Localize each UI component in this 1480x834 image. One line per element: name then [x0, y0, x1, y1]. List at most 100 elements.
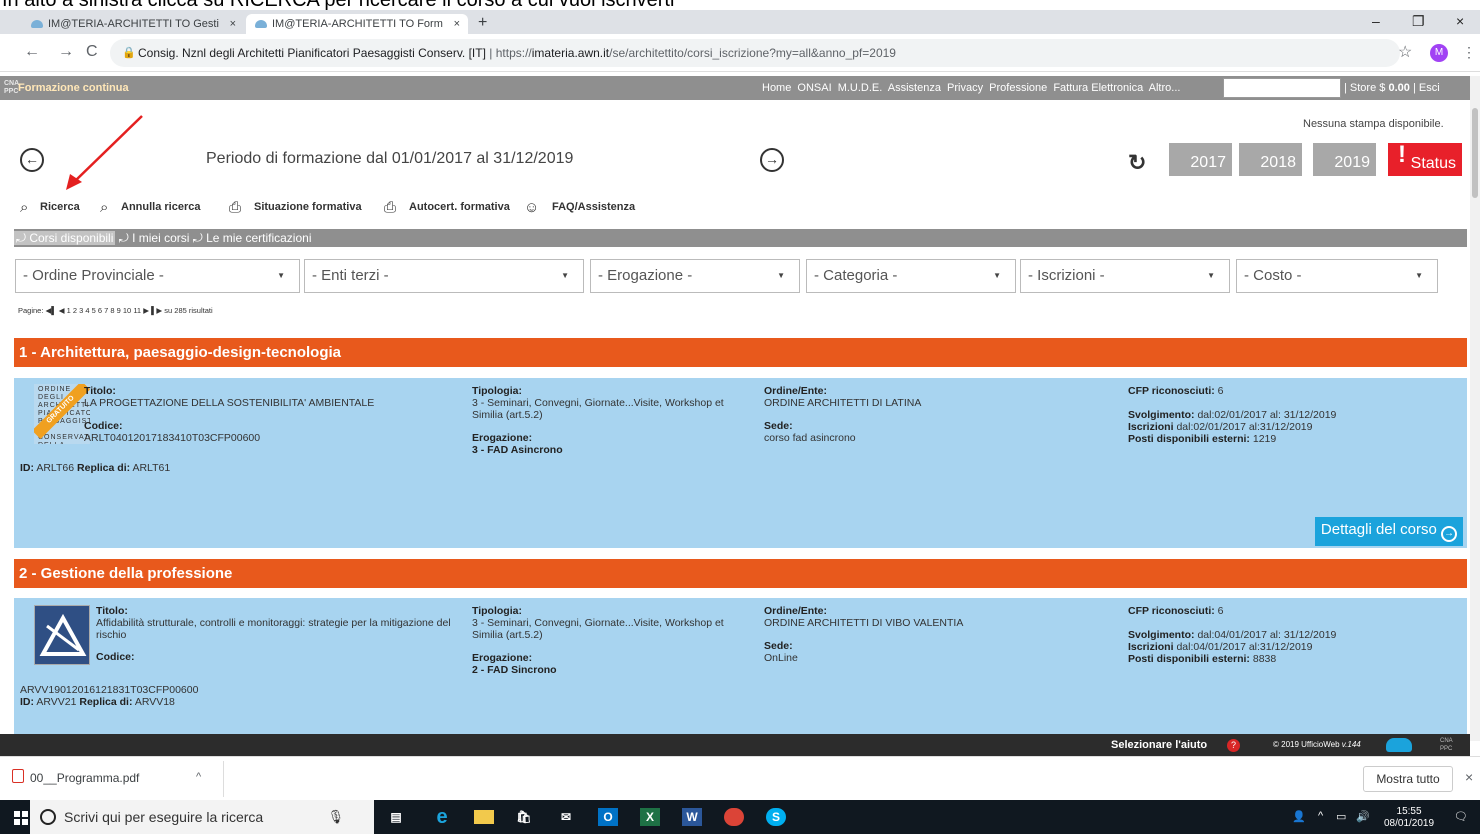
faq-assistenza-button[interactable]: ☺ FAQ/Assistenza — [524, 197, 635, 217]
filter-enti-terzi[interactable]: - Enti terzi - ▼ — [304, 259, 584, 293]
browser-tab-1[interactable]: IM@TERIA-ARCHITETTI TO Gesti × — [22, 14, 244, 34]
close-window-button[interactable]: × — [1456, 13, 1464, 29]
task-view-icon[interactable]: ▤ — [386, 808, 406, 826]
maximize-button[interactable]: ❐ — [1412, 13, 1425, 30]
menu-onsai[interactable]: ONSAI — [797, 82, 831, 94]
next-period-icon[interactable]: → — [760, 148, 784, 172]
file-explorer-icon[interactable] — [474, 810, 494, 824]
store-balance[interactable]: | Store $ 0.00 | Esci — [1344, 76, 1440, 100]
course-code: ARLT04012017183410T03CFP00600 — [84, 432, 261, 444]
close-icon[interactable]: × — [1465, 769, 1473, 785]
chrome-icon[interactable] — [724, 808, 744, 826]
help-icon[interactable]: ? — [1227, 739, 1240, 752]
course-sede: corso fad asincrono — [764, 432, 856, 444]
skype-icon[interactable]: S — [766, 808, 786, 826]
edge-icon[interactable]: e — [432, 807, 452, 827]
filter-categoria[interactable]: - Categoria - ▼ — [806, 259, 1016, 293]
instruction-caption: In alto a sinistra clicca su RICERCA per… — [0, 0, 1480, 10]
brand-title[interactable]: Formazione continua — [18, 76, 129, 100]
next-page-icon[interactable]: ▶ — [143, 306, 149, 315]
filter-ordine-provinciale[interactable]: - Ordine Provinciale - ▼ — [15, 259, 300, 293]
menu-assistenza[interactable]: Assistenza — [888, 82, 941, 94]
minimize-button[interactable]: – — [1372, 13, 1380, 29]
tab-miei-corsi[interactable]: ⤾ I miei corsi — [119, 231, 190, 245]
volume-icon[interactable]: 🔊 — [1356, 810, 1370, 823]
ricerca-label: Ricerca — [40, 201, 80, 213]
windows-start-icon[interactable] — [14, 811, 28, 825]
outlook-icon[interactable]: O — [598, 808, 618, 826]
new-tab-button[interactable]: + — [478, 14, 487, 32]
store-icon[interactable]: 🛍 — [514, 808, 534, 826]
page-scrollbar[interactable] — [1470, 76, 1480, 741]
bookmark-star-icon[interactable]: ☆ — [1398, 42, 1412, 62]
people-icon[interactable]: 👤 — [1292, 810, 1306, 823]
app-footer: Selezionare l'aiuto ? © 2019 UfficioWeb … — [0, 734, 1470, 756]
first-page-icon[interactable]: ◀▌ — [46, 306, 57, 315]
back-icon[interactable]: ← — [24, 43, 40, 61]
forward-icon[interactable]: → — [58, 43, 74, 61]
tab-icon: ⤾ — [16, 231, 26, 245]
prev-page-icon[interactable]: ◀ — [59, 306, 65, 315]
autocert-formativa-button[interactable]: ⎙ Autocert. formativa — [384, 197, 510, 217]
menu-mude[interactable]: M.U.D.E. — [838, 82, 883, 94]
situazione-formativa-button[interactable]: ⎙ Situazione formativa — [229, 197, 362, 217]
filter-costo[interactable]: - Costo - ▼ — [1236, 259, 1438, 293]
filter-iscrizioni[interactable]: - Iscrizioni - ▼ — [1020, 259, 1230, 293]
filter-erogazione[interactable]: - Erogazione - ▼ — [590, 259, 800, 293]
tab-corsi-disponibili[interactable]: ⤾ Corsi disponibili — [14, 231, 116, 245]
menu-professione[interactable]: Professione — [989, 82, 1047, 94]
url-bar[interactable]: 🔒 Consig. Nznl degli Architetti Pianific… — [110, 39, 1400, 67]
year-2018-button[interactable]: 2018 — [1239, 143, 1302, 176]
course-posti: 8838 — [1252, 653, 1277, 665]
annulla-ricerca-button[interactable]: ⌕ Annulla ricerca — [100, 197, 200, 217]
pdf-icon — [12, 769, 24, 783]
browser-tab-2[interactable]: IM@TERIA-ARCHITETTI TO Form × — [246, 14, 468, 34]
reload-icon[interactable]: C — [86, 43, 98, 61]
store-amount: 0.00 — [1388, 82, 1410, 94]
mostra-tutto-button[interactable]: Mostra tutto — [1363, 766, 1453, 792]
site-identity: Consig. Nznl degli Architetti Pianificat… — [138, 46, 486, 60]
refresh-icon[interactable]: ↻ — [1128, 150, 1146, 176]
scrollbar-thumb[interactable] — [1472, 108, 1478, 198]
browser-menu-icon[interactable]: ⋮ — [1462, 44, 1476, 61]
taskbar-search-placeholder: Scrivi qui per eseguire la ricerca — [64, 809, 264, 825]
tab-certificazioni[interactable]: ⤾ Le mie certificazioni — [193, 231, 312, 245]
download-filename[interactable]: 00__Programma.pdf — [30, 771, 139, 785]
network-icon[interactable]: ▭ — [1336, 810, 1346, 823]
svolgimento-label: Svolgimento: — [1128, 409, 1195, 421]
year-2017-button[interactable]: 2017 — [1169, 143, 1232, 176]
windows-taskbar: Scrivi qui per eseguire la ricerca 🎙 ▤ e… — [0, 800, 1480, 834]
status-button[interactable]: ! Status — [1388, 141, 1462, 176]
page-links[interactable]: 1 2 3 4 5 6 7 8 9 10 11 — [67, 306, 142, 315]
taskbar-search[interactable]: Scrivi qui per eseguire la ricerca 🎙 — [30, 800, 374, 834]
menu-home[interactable]: Home — [762, 82, 791, 94]
prev-period-icon[interactable]: ← — [20, 148, 44, 172]
clock[interactable]: 15:55 08/01/2019 — [1384, 806, 1434, 830]
word-icon[interactable]: W — [682, 808, 702, 826]
chevron-up-icon[interactable]: ^ — [196, 771, 201, 783]
year-2019-button[interactable]: 2019 — [1313, 143, 1376, 176]
mail-icon[interactable]: ✉ — [556, 808, 576, 826]
course-replica: ARLT61 — [132, 462, 171, 474]
periodo-title: Periodo di formazione dal 01/01/2017 al … — [206, 150, 574, 167]
last-page-icon[interactable]: ▌▶ — [151, 306, 162, 315]
close-icon[interactable]: × — [454, 14, 460, 34]
chevron-down-icon: ▼ — [1207, 271, 1215, 280]
ricerca-button[interactable]: ⌕ Ricerca — [20, 197, 80, 217]
aiuto-label[interactable]: Selezionare l'aiuto — [1111, 734, 1207, 756]
top-search-input[interactable] — [1223, 78, 1341, 98]
excel-icon[interactable]: X — [640, 808, 660, 826]
esci-link[interactable]: | Esci — [1413, 82, 1440, 94]
tray-chevron-icon[interactable]: ^ — [1318, 810, 1323, 822]
dettagli-corso-button[interactable]: Dettagli del corso → — [1314, 517, 1463, 546]
menu-privacy[interactable]: Privacy — [947, 82, 983, 94]
profile-avatar[interactable]: M — [1430, 44, 1448, 62]
menu-altro[interactable]: Altro... — [1149, 82, 1181, 94]
store-label: | Store $ — [1344, 82, 1386, 94]
copyright: © 2019 UfficioWeb v.144 — [1273, 734, 1361, 756]
microphone-icon[interactable]: 🎙 — [327, 800, 344, 834]
close-icon[interactable]: × — [230, 14, 236, 34]
filter-value: - Enti terzi - — [312, 267, 389, 284]
menu-fattura[interactable]: Fattura Elettronica — [1053, 82, 1143, 94]
notifications-icon[interactable]: 🗨 — [1454, 810, 1468, 823]
